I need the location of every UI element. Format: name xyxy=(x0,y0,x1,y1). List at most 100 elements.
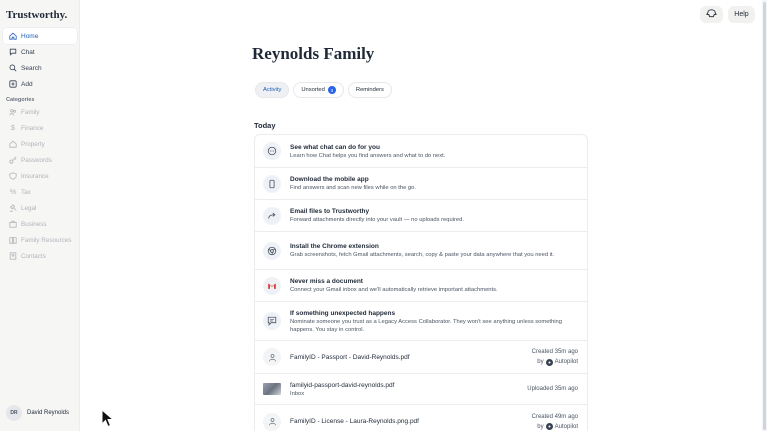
item-description: Grab screenshots, fetch Gmail attachment… xyxy=(290,252,555,258)
by-label: by xyxy=(537,423,544,430)
nav-label: Home xyxy=(21,32,39,40)
item-title: Email files to Trustworthy xyxy=(290,208,370,215)
percent-icon: % xyxy=(9,188,17,196)
file-created-time: Created 49m ago xyxy=(531,413,578,420)
category-label: Finance xyxy=(21,124,44,132)
main-nav: Home Chat Search Add xyxy=(3,28,77,92)
category-legal[interactable]: Legal xyxy=(3,200,77,216)
tab-unsorted[interactable]: Unsorted 3 xyxy=(293,82,344,98)
nav-label: Add xyxy=(21,80,33,88)
category-label: Legal xyxy=(21,204,37,212)
category-contacts[interactable]: Contacts xyxy=(3,248,77,264)
activity-list: See what chat can do for you Learn how C… xyxy=(254,134,588,431)
person-icon xyxy=(263,348,281,366)
section-heading-today: Today xyxy=(254,121,276,130)
activity-item-chrome-extension[interactable]: Install the Chrome extension Grab screen… xyxy=(255,232,587,270)
sidebar: Trustworthy. Home Chat Search Add Catego… xyxy=(0,0,80,431)
document-thumbnail xyxy=(263,383,281,395)
item-title: Install the Chrome extension xyxy=(290,243,379,250)
page-scrollbar[interactable] xyxy=(762,0,767,431)
mouse-cursor-icon xyxy=(101,408,115,431)
activity-item-chat[interactable]: See what chat can do for you Learn how C… xyxy=(255,135,587,168)
book-icon xyxy=(8,235,18,245)
tab-activity[interactable]: Activity xyxy=(255,82,290,98)
nav-item-home[interactable]: Home xyxy=(3,28,77,44)
item-title: Download the mobile app xyxy=(290,176,369,183)
file-row-license-pdf[interactable]: FamilyID - License - Laura-Reynolds.png.… xyxy=(255,405,587,431)
tab-label: Unsorted xyxy=(301,87,325,93)
user-profile[interactable]: DR David Reynolds xyxy=(6,405,69,421)
gavel-icon xyxy=(8,203,18,213)
activity-item-email-files[interactable]: Email files to Trustworthy Forward attac… xyxy=(255,200,587,232)
category-family[interactable]: Family xyxy=(3,104,77,120)
author-name: Autopilot xyxy=(554,359,578,365)
category-business[interactable]: Business xyxy=(3,216,77,232)
tab-label: Activity xyxy=(263,87,282,93)
gmail-icon xyxy=(263,276,281,295)
home-icon xyxy=(8,31,18,41)
activity-item-mobile-app[interactable]: Download the mobile app Find answers and… xyxy=(255,168,587,200)
tab-reminders[interactable]: Reminders xyxy=(347,82,392,98)
categories-list: Family $ Finance Property Passwords Insu… xyxy=(3,104,77,264)
scrollbar-thumb[interactable] xyxy=(763,2,766,430)
item-title: See what chat can do for you xyxy=(290,143,380,151)
nav-label: Chat xyxy=(21,48,35,56)
brand-logo[interactable]: Trustworthy. xyxy=(6,9,67,21)
nav-label: Search xyxy=(21,64,42,72)
category-label: Property xyxy=(21,140,45,148)
item-title: Never miss a document xyxy=(290,278,363,285)
file-created-time: Created 35m ago xyxy=(531,349,578,355)
search-icon xyxy=(8,63,18,73)
tab-label: Reminders xyxy=(355,87,384,93)
item-description: Learn how Chat helps you find answers an… xyxy=(290,152,446,159)
category-label: Contacts xyxy=(21,252,46,260)
autopilot-icon xyxy=(545,423,553,430)
file-row-passport-upload[interactable]: familyid-passport-david-reynolds.pdf Inb… xyxy=(255,374,587,405)
category-passwords[interactable]: Passwords xyxy=(3,152,77,168)
unsorted-count-badge: 3 xyxy=(327,86,336,94)
contacts-icon xyxy=(8,251,18,261)
key-icon xyxy=(8,155,18,165)
category-finance[interactable]: $ Finance xyxy=(3,120,77,136)
tab-bar: Activity Unsorted 3 Reminders xyxy=(255,82,392,98)
autopilot-icon xyxy=(545,358,553,366)
dollar-icon: $ xyxy=(11,124,15,132)
user-name: David Reynolds xyxy=(27,410,70,416)
chat-bubble-icon xyxy=(263,142,281,160)
category-family-resources[interactable]: Family Resources xyxy=(3,232,77,248)
message-icon xyxy=(263,312,281,330)
activity-item-legacy-access[interactable]: If something unexpected happens Nominate… xyxy=(255,302,587,341)
forward-icon xyxy=(263,206,281,225)
help-button[interactable]: Help xyxy=(728,6,755,23)
category-property[interactable]: Property xyxy=(3,136,77,152)
chrome-icon xyxy=(263,241,281,260)
people-icon xyxy=(8,107,18,117)
category-label: Business xyxy=(21,220,47,228)
file-row-passport-pdf[interactable]: FamilyID - Passport - David-Reynolds.pdf… xyxy=(255,341,587,374)
category-label: Tax xyxy=(21,188,31,196)
category-label: Insurance xyxy=(21,172,49,180)
nav-item-add[interactable]: Add xyxy=(3,76,77,92)
activity-item-gmail[interactable]: Never miss a document Connect your Gmail… xyxy=(255,270,587,302)
autopilot-button[interactable] xyxy=(700,6,723,23)
item-description: Forward attachments directly into your v… xyxy=(290,217,464,223)
phone-icon xyxy=(263,174,281,193)
page-title: Reynolds Family xyxy=(252,44,375,63)
category-label: Family Resources xyxy=(21,236,72,244)
category-label: Family xyxy=(21,108,40,116)
shield-icon xyxy=(8,171,18,181)
briefcase-icon xyxy=(8,219,18,229)
file-uploaded-time: Uploaded 35m ago xyxy=(527,386,578,392)
nav-item-search[interactable]: Search xyxy=(3,60,77,76)
nav-item-chat[interactable]: Chat xyxy=(3,44,77,60)
item-title: If something unexpected happens xyxy=(290,309,396,317)
author-name: Autopilot xyxy=(554,423,578,430)
person-icon xyxy=(263,412,281,431)
category-label: Passwords xyxy=(21,156,52,164)
category-insurance[interactable]: Insurance xyxy=(3,168,77,184)
item-description: Connect your Gmail inbox and we'll autom… xyxy=(290,287,498,293)
item-description: Nominate someone you trust as a Legacy A… xyxy=(290,318,562,333)
by-label: by xyxy=(537,359,544,365)
category-tax[interactable]: % Tax xyxy=(3,184,77,200)
categories-heading: Categories xyxy=(6,97,35,103)
